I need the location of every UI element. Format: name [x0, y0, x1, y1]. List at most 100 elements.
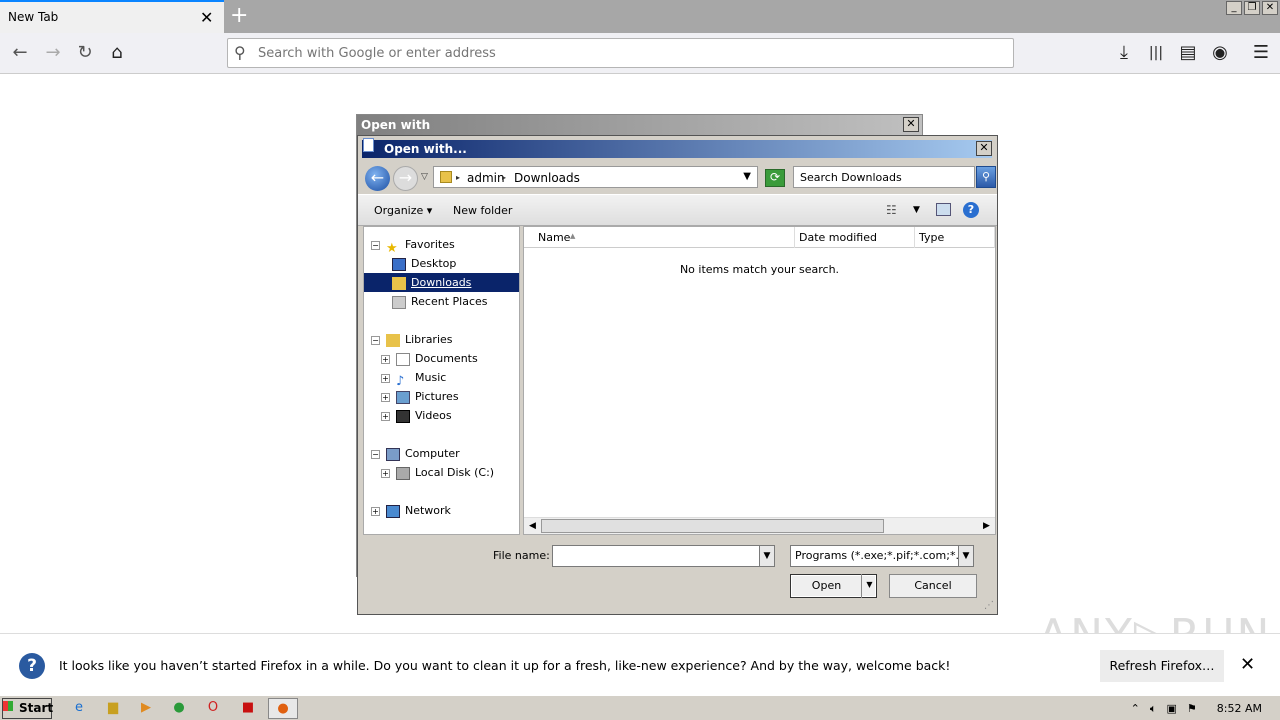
preview-pane-icon[interactable] [936, 203, 951, 216]
scroll-left-icon[interactable]: ◀ [524, 518, 541, 535]
address-dropdown-icon[interactable]: ▼ [743, 171, 751, 182]
nav-label: Computer [405, 447, 460, 460]
chrome-icon[interactable]: ● [164, 698, 194, 719]
tab-new-tab[interactable]: New Tab ✕ [0, 0, 224, 33]
breadcrumb-admin[interactable]: admin [467, 171, 505, 185]
outer-dialog-title: Open with [357, 115, 922, 135]
flag-icon[interactable]: ⚑ [1187, 702, 1197, 715]
scroll-thumb[interactable] [541, 519, 884, 533]
nav-label: Videos [415, 409, 452, 422]
file-name-input[interactable] [552, 545, 760, 567]
back-arrow-icon[interactable]: ← [365, 166, 390, 191]
resize-grip-icon[interactable]: ⋰ [984, 600, 994, 611]
opera-icon[interactable]: O [198, 698, 228, 719]
search-downloads-input[interactable]: Search Downloads [793, 166, 975, 188]
navigation-pane: − ★ Favorites Desktop Downloads Recent Pla… [363, 226, 520, 535]
expand-icon[interactable]: + [381, 354, 390, 364]
organize-button[interactable]: Organize ▾ [374, 204, 432, 217]
forward-icon[interactable]: → [40, 41, 66, 67]
library-icon[interactable]: ||| [1143, 41, 1169, 67]
view-options-icon[interactable]: ☷ [886, 203, 897, 217]
column-type[interactable]: Type [915, 227, 995, 248]
collapse-icon[interactable]: − [371, 449, 380, 459]
search-icon: ⚲ [234, 43, 246, 62]
nav-recent-places[interactable]: Recent Places [364, 292, 519, 311]
nav-label: Recent Places [411, 295, 488, 308]
nav-label: Favorites [405, 238, 455, 251]
expand-icon[interactable]: + [381, 411, 390, 421]
nav-downloads[interactable]: Downloads [364, 273, 519, 292]
breadcrumb-arrow-icon[interactable]: ▸ [456, 173, 460, 182]
nav-videos[interactable]: + Videos [364, 406, 519, 425]
refresh-icon[interactable]: ⟳ [765, 169, 785, 187]
cancel-button[interactable]: Cancel [889, 574, 977, 598]
breadcrumb-arrow-icon[interactable]: ▸ [502, 173, 506, 182]
expand-icon[interactable]: + [381, 468, 390, 478]
media-player-icon[interactable]: ▶ [131, 698, 161, 719]
back-icon[interactable]: ← [7, 41, 33, 67]
account-icon[interactable]: ◉ [1207, 41, 1233, 67]
nav-network[interactable]: + Network [364, 501, 519, 520]
nav-pictures[interactable]: + Pictures [364, 387, 519, 406]
nav-music[interactable]: + ♪ Music [364, 368, 519, 389]
network-tray-icon[interactable]: ▣ [1167, 702, 1177, 715]
firefox-icon[interactable]: ● [268, 698, 298, 719]
scroll-right-icon[interactable]: ▶ [978, 518, 995, 535]
folder-icon [440, 171, 452, 183]
url-input[interactable] [258, 46, 998, 61]
home-icon[interactable]: ⌂ [104, 41, 130, 67]
tray-expand-icon[interactable]: ⌃ [1131, 702, 1140, 715]
nav-local-disk[interactable]: + Local Disk (C:) [364, 463, 519, 482]
url-bar[interactable]: ⚲ [227, 38, 1014, 68]
tab-close-icon[interactable]: ✕ [200, 8, 213, 27]
nav-label: Downloads [411, 276, 472, 289]
clock[interactable]: 8:52 AM [1217, 702, 1262, 715]
horizontal-scrollbar[interactable]: ◀ ▶ [524, 517, 995, 534]
new-folder-button[interactable]: New folder [453, 204, 512, 217]
collapse-icon[interactable]: − [371, 240, 380, 250]
outer-close-icon[interactable]: ✕ [903, 117, 919, 132]
column-label: Type [919, 231, 945, 244]
nav-favorites[interactable]: − ★ Favorites [364, 235, 519, 256]
reload-icon[interactable]: ↻ [72, 41, 98, 67]
filter-dropdown-icon[interactable]: ▼ [958, 545, 974, 567]
expand-icon[interactable]: + [381, 392, 390, 402]
downloads-icon[interactable]: ⤓ [1111, 41, 1137, 67]
column-name[interactable]: Name [524, 227, 795, 248]
forward-arrow-icon[interactable]: → [393, 166, 418, 191]
volume-icon[interactable]: 🔈︎ [1150, 702, 1157, 716]
restore-icon[interactable]: ❐ [1244, 1, 1260, 15]
help-icon[interactable]: ? [963, 202, 979, 218]
collapse-icon[interactable]: − [371, 335, 380, 345]
open-label: Open [811, 579, 842, 592]
new-tab-icon[interactable]: + [230, 3, 248, 28]
expand-icon[interactable]: + [371, 506, 380, 516]
history-dropdown-icon[interactable]: ▽ [421, 172, 428, 182]
notification-close-icon[interactable]: ✕ [1240, 654, 1255, 675]
open-split-icon[interactable]: ▼ [861, 574, 877, 598]
expand-icon[interactable]: + [381, 373, 390, 383]
nav-libraries[interactable]: − Libraries [364, 330, 519, 349]
file-name-dropdown-icon[interactable]: ▼ [759, 545, 775, 567]
music-icon: ♪ [396, 373, 405, 389]
column-date-modified[interactable]: Date modified [795, 227, 915, 248]
refresh-firefox-button[interactable]: Refresh Firefox… [1100, 650, 1224, 682]
organize-label: Organize [374, 204, 424, 217]
view-dropdown-icon[interactable]: ▼ [913, 205, 920, 215]
address-bar[interactable]: ▸ admin ▸ Downloads ▼ [433, 166, 758, 188]
sidebar-icon[interactable]: ▤ [1175, 41, 1201, 67]
search-icon[interactable]: ⚲ [976, 166, 996, 188]
nav-documents[interactable]: + Documents [364, 349, 519, 368]
file-type-filter[interactable]: Programs (*.exe;*.pif;*.com;*.ba [790, 545, 965, 567]
ie-icon[interactable]: e [64, 698, 94, 719]
nav-desktop[interactable]: Desktop [364, 254, 519, 273]
close-window-icon[interactable]: ✕ [1262, 1, 1278, 15]
start-label: Start [19, 701, 54, 715]
dialog-close-icon[interactable]: ✕ [976, 141, 992, 156]
nav-computer[interactable]: − Computer [364, 444, 519, 463]
explorer-icon[interactable]: ▆ [98, 698, 128, 719]
acrobat-icon[interactable]: ■ [233, 698, 263, 719]
menu-icon[interactable]: ☰ [1248, 41, 1274, 67]
breadcrumb-downloads[interactable]: Downloads [514, 171, 580, 185]
minimize-icon[interactable]: _ [1226, 1, 1242, 15]
